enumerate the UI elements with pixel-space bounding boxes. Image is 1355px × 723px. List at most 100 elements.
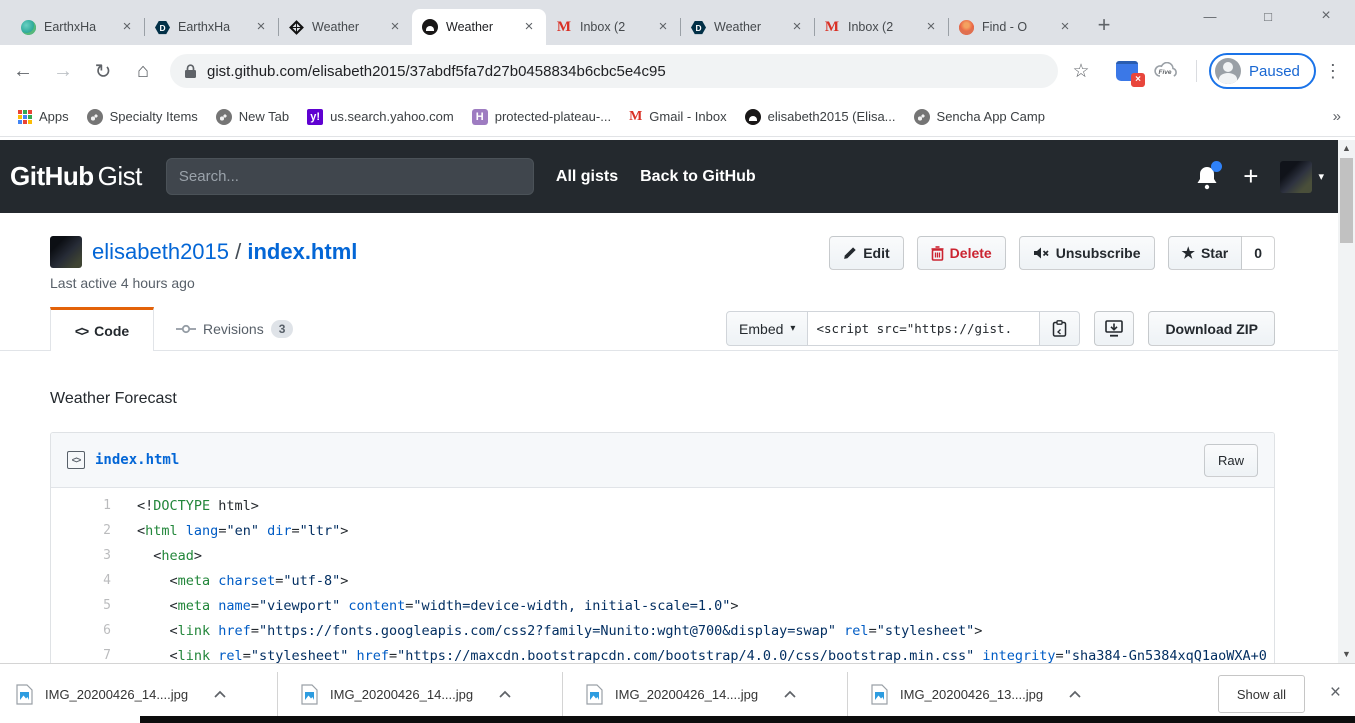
header-avatar[interactable] — [1280, 160, 1313, 193]
scrollbar-thumb[interactable] — [1340, 158, 1353, 243]
browser-tab-strip: EarthxHa × D EarthxHa × Weather × Weathe… — [0, 0, 1355, 45]
gist-search-input[interactable] — [165, 158, 534, 195]
close-icon[interactable]: × — [520, 18, 538, 36]
title-separator: / — [229, 239, 248, 264]
browser-tab-earthxhack-1[interactable]: EarthxHa × — [10, 9, 145, 45]
gist-filename-link[interactable]: index.html — [247, 239, 357, 264]
browser-tab-weather-2[interactable]: D Weather × — [680, 9, 815, 45]
close-icon[interactable]: × — [922, 18, 940, 36]
line-number[interactable]: 7 — [51, 648, 111, 663]
maximize-button[interactable]: □ — [1239, 0, 1297, 32]
download-zip-button[interactable]: Download ZIP — [1148, 311, 1275, 346]
close-icon[interactable]: × — [118, 18, 136, 36]
star-count[interactable]: 0 — [1242, 236, 1275, 270]
line-number[interactable]: 3 — [51, 548, 111, 563]
line-number[interactable]: 2 — [51, 523, 111, 538]
last-active-text: Last active 4 hours ago — [50, 275, 195, 291]
tab-title: Weather — [446, 20, 494, 34]
bookmark-gmail-inbox[interactable]: M Gmail - Inbox — [629, 109, 727, 125]
download-item[interactable]: IMG_20200426_14....jpg — [16, 675, 226, 713]
chevron-up-icon[interactable] — [499, 685, 511, 703]
close-window-button[interactable]: × — [1297, 0, 1355, 32]
tab-revisions[interactable]: Revisions 3 — [176, 307, 294, 351]
github-gist-logo[interactable]: GitHub Gist — [10, 161, 142, 192]
download-item[interactable]: IMG_20200426_13....jpg — [871, 675, 1081, 713]
gist-owner-avatar[interactable] — [50, 236, 82, 268]
tab-code[interactable]: <> Code — [50, 307, 154, 351]
chevron-up-icon[interactable] — [214, 685, 226, 703]
scroll-down-icon[interactable]: ▼ — [1338, 646, 1355, 663]
bookmark-sencha-app-camp[interactable]: Sencha App Camp — [913, 108, 1045, 125]
download-item[interactable]: IMG_20200426_14....jpg — [301, 675, 511, 713]
line-number[interactable]: 1 — [51, 498, 111, 513]
download-gist-button[interactable] — [1094, 311, 1135, 346]
profile-label: Paused — [1249, 62, 1300, 80]
devpost-icon: D — [690, 19, 706, 35]
edit-button[interactable]: Edit — [829, 236, 904, 270]
star-button[interactable]: ★ Star — [1167, 236, 1243, 270]
bookmark-new-tab[interactable]: New Tab — [215, 108, 289, 125]
scroll-up-icon[interactable]: ▲ — [1338, 140, 1355, 157]
nav-back-to-github[interactable]: Back to GitHub — [640, 168, 756, 186]
browser-tab-inbox-2[interactable]: M Inbox (2 × — [814, 9, 949, 45]
diamond-icon — [288, 19, 304, 35]
line-number[interactable]: 6 — [51, 623, 111, 638]
nav-all-gists[interactable]: All gists — [556, 168, 618, 186]
back-icon[interactable]: ← — [6, 54, 40, 88]
browser-tab-weather-gist-active[interactable]: Weather × — [412, 9, 546, 45]
code-line: 1 <!DOCTYPE html> — [51, 493, 1274, 518]
embed-dropdown-button[interactable]: Embed ▾ — [726, 311, 809, 346]
reload-icon[interactable]: ↻ — [86, 54, 120, 88]
download-item[interactable]: IMG_20200426_14....jpg — [586, 675, 796, 713]
bookmark-yahoo-search[interactable]: y! us.search.yahoo.com — [307, 108, 454, 125]
notifications-bell-icon[interactable] — [1195, 160, 1223, 190]
bookmark-star-icon[interactable]: ☆ — [1064, 54, 1098, 88]
yahoo-icon: y! — [307, 108, 324, 125]
new-tab-button[interactable]: + — [1090, 12, 1118, 40]
bookmark-apps[interactable]: Apps — [18, 109, 69, 124]
code-line: 2 <html lang="en" dir="ltr"> — [51, 518, 1274, 543]
gist-owner-link[interactable]: elisabeth2015 — [92, 239, 229, 264]
unsubscribe-button[interactable]: Unsubscribe — [1018, 236, 1155, 270]
close-icon[interactable]: × — [252, 18, 270, 36]
bookmark-github-profile[interactable]: elisabeth2015 (Elisa... — [744, 108, 896, 125]
gmail-icon: M — [824, 18, 840, 35]
mute-speaker-icon — [1033, 247, 1049, 259]
show-all-downloads-button[interactable]: Show all — [1217, 675, 1305, 713]
copy-to-clipboard-button[interactable] — [1040, 311, 1081, 346]
raw-button[interactable]: Raw — [1203, 443, 1258, 477]
browser-menu-icon[interactable]: ⋮ — [1324, 61, 1342, 82]
bookmark-specialty-items[interactable]: Specialty Items — [86, 108, 198, 125]
close-icon[interactable]: × — [386, 18, 404, 36]
close-shelf-icon[interactable]: × — [1330, 682, 1341, 704]
page-scrollbar[interactable]: ▲ ▼ — [1338, 140, 1355, 663]
gmail-icon: M — [629, 108, 643, 124]
new-gist-plus-icon[interactable]: + — [1243, 161, 1258, 192]
fiverr-extension-icon[interactable]: Five — [1154, 62, 1180, 80]
browser-tab-earthxhack-2[interactable]: D EarthxHa × — [144, 9, 279, 45]
chevron-up-icon[interactable] — [784, 685, 796, 703]
profile-button[interactable]: Paused — [1209, 53, 1316, 89]
line-number[interactable]: 4 — [51, 573, 111, 588]
forward-icon[interactable]: → — [46, 54, 80, 88]
close-icon[interactable]: × — [654, 18, 672, 36]
url-text: gist.github.com/elisabeth2015/37abdf5fa7… — [207, 62, 666, 80]
chevron-down-icon[interactable]: ▾ — [1318, 170, 1324, 183]
bookmarks-overflow-icon[interactable]: » — [1333, 108, 1341, 125]
browser-tab-weather-1[interactable]: Weather × — [278, 9, 412, 45]
delete-button[interactable]: Delete — [916, 236, 1006, 270]
address-bar[interactable]: gist.github.com/elisabeth2015/37abdf5fa7… — [170, 54, 1058, 88]
file-name-link[interactable]: index.html — [95, 452, 179, 468]
line-number[interactable]: 5 — [51, 598, 111, 613]
minimize-button[interactable]: — — [1181, 0, 1239, 32]
chevron-up-icon[interactable] — [1069, 685, 1081, 703]
close-icon[interactable]: × — [788, 18, 806, 36]
bookmark-protected-plateau[interactable]: H protected-plateau-... — [471, 108, 611, 125]
browser-tab-inbox-1[interactable]: M Inbox (2 × — [546, 9, 681, 45]
browser-tab-find[interactable]: Find - O × — [948, 9, 1082, 45]
close-icon[interactable]: × — [1056, 18, 1074, 36]
home-icon[interactable]: ⌂ — [126, 54, 160, 88]
extension-icon[interactable]: × — [1116, 61, 1145, 87]
embed-snippet-input[interactable] — [808, 311, 1041, 346]
shelf-divider — [562, 672, 563, 716]
